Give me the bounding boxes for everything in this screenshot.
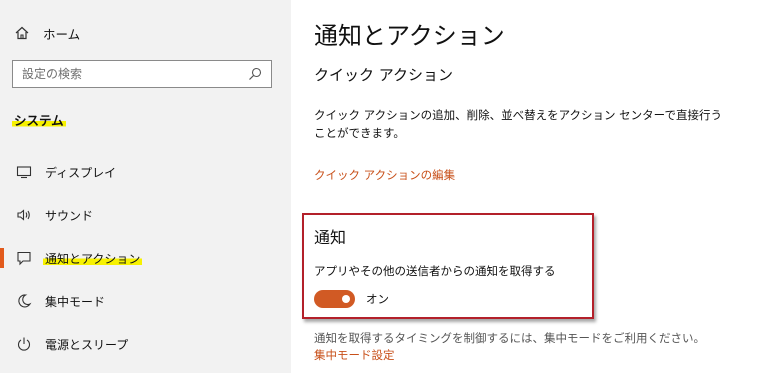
sidebar-item-notifications-actions[interactable]: 通知とアクション [0,240,291,276]
notifications-toggle-description: アプリやその他の送信者からの通知を取得する [314,264,556,278]
toggle-state-label: オン [366,292,389,306]
monitor-icon [16,166,32,179]
power-icon [17,337,31,351]
moon-icon [18,294,32,308]
search-input[interactable] [13,61,248,87]
focus-assist-settings-link[interactable]: 集中モード設定 [314,347,395,363]
home-label: ホーム [43,26,81,42]
sidebar-item-sound[interactable]: サウンド [0,197,291,233]
page-title: 通知とアクション [314,22,505,50]
quick-actions-description: クイック アクションの追加、削除、並べ替えをアクション センターで直接行うことが… [314,108,722,140]
focus-assist-description: 通知を取得するタイミングを制御するには、集中モードをご利用ください。 [314,331,705,345]
main-content: 通知とアクション クイック アクション クイック アクションの追加、削除、並べ替… [291,0,768,373]
sidebar-item-label: 通知とアクション [43,249,143,267]
sidebar-item-display[interactable]: ディスプレイ [0,154,291,190]
sidebar-item-power-sleep[interactable]: 電源とスリープ [0,326,291,362]
home-icon [15,26,29,40]
notifications-heading: 通知 [314,228,347,247]
sidebar-item-label: ディスプレイ [45,165,117,180]
settings-search-box[interactable] [12,60,272,88]
sidebar-item-label: 電源とスリープ [45,337,129,352]
notification-icon [17,251,31,266]
sidebar-item-label: 集中モード [45,294,106,309]
notifications-toggle[interactable] [314,290,355,308]
selection-indicator [0,248,4,268]
speaker-icon [17,209,30,221]
home-link[interactable]: ホーム [14,22,80,44]
quick-actions-heading: クイック アクション [314,66,454,84]
sidebar-section-system: システム [12,110,66,129]
sidebar: ホーム システム ディスプレイ サウンド 通知とアクション [0,0,291,373]
edit-quick-actions-link[interactable]: クイック アクションの編集 [314,167,455,183]
sidebar-item-label: サウンド [45,208,94,223]
sidebar-item-focus-assist[interactable]: 集中モード [0,283,291,319]
search-icon[interactable] [248,67,262,81]
toggle-knob [342,295,350,303]
